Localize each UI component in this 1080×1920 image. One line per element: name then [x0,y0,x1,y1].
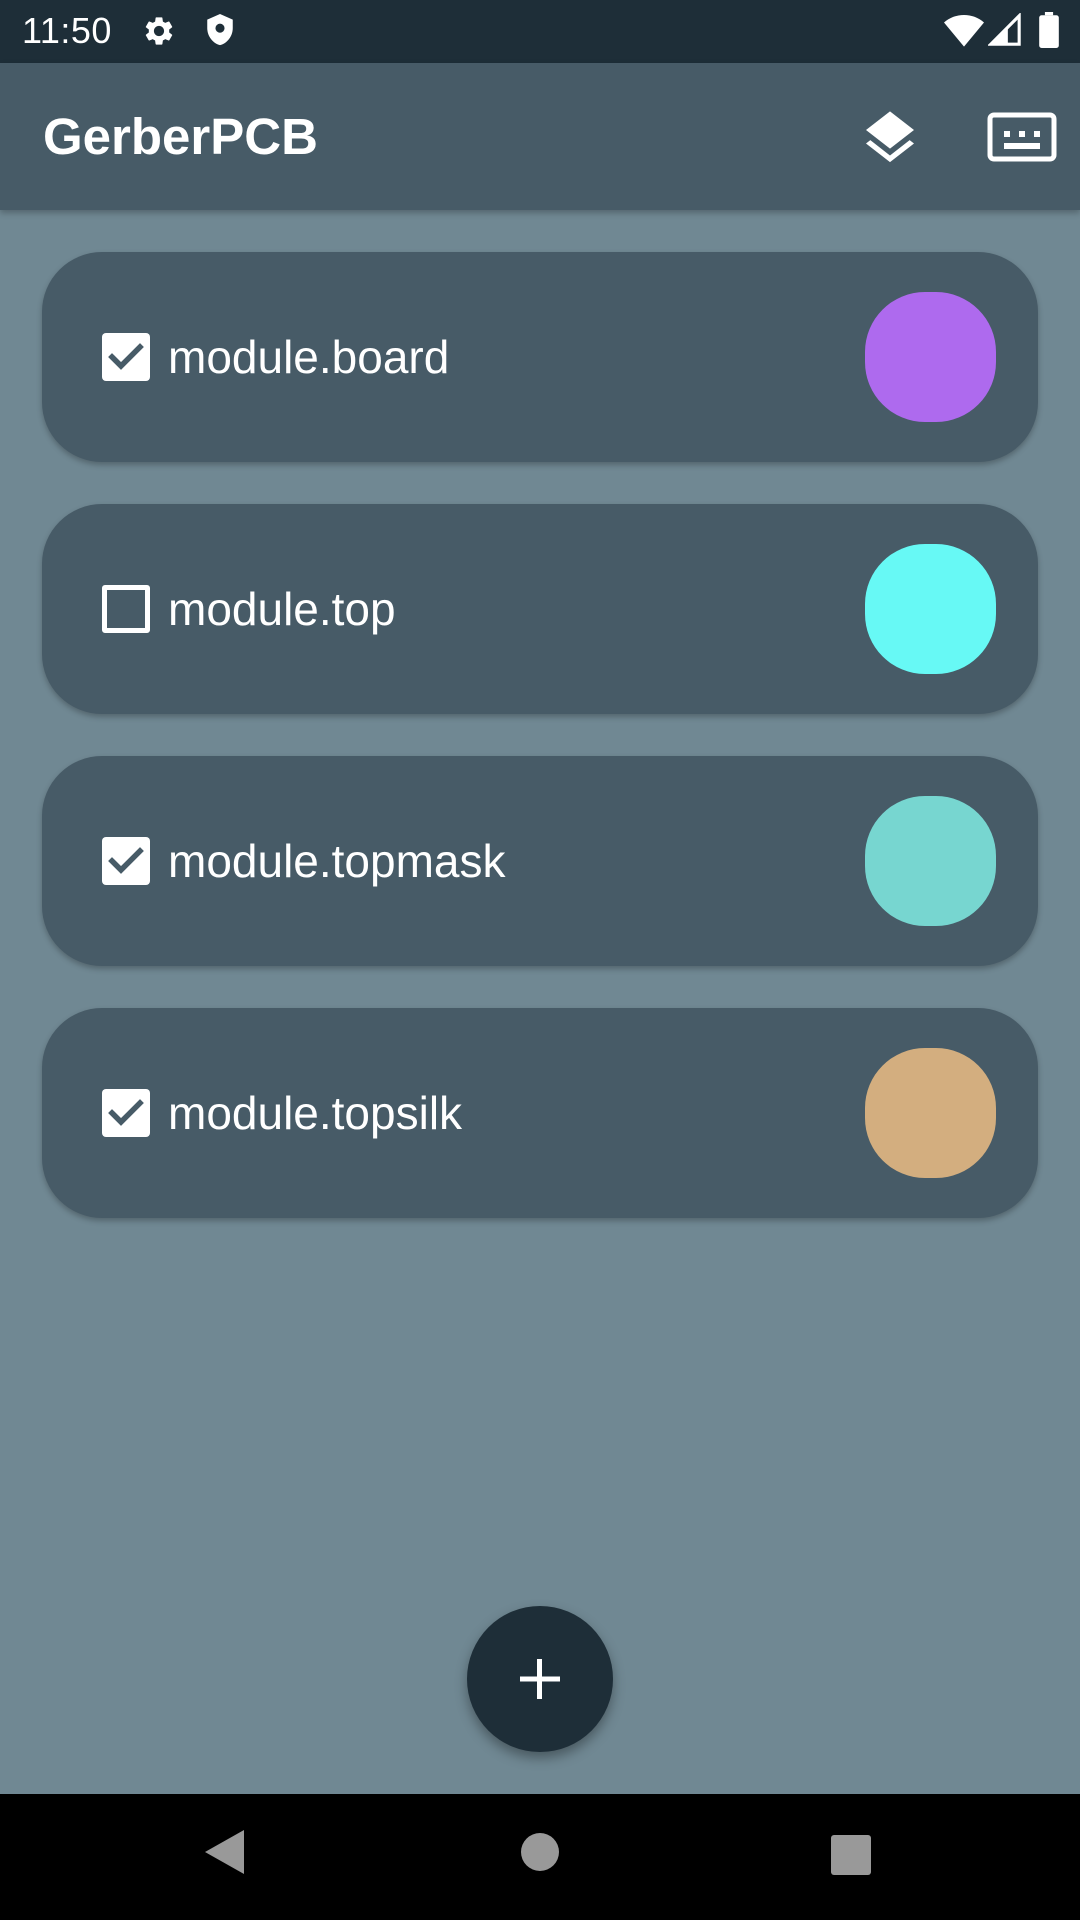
recents-icon[interactable] [831,1835,871,1880]
home-icon[interactable] [520,1832,560,1877]
checkbox-unchecked[interactable] [102,585,150,633]
checkbox-checked[interactable] [102,333,150,381]
status-time: 11:50 [22,10,112,51]
color-swatch[interactable] [865,796,996,926]
plus-icon [520,1659,560,1699]
layer-card[interactable]: module.topmask [42,756,1038,966]
layer-name: module.board [168,331,450,383]
gear-icon [142,14,176,53]
check-icon [108,343,144,370]
app-title: GerberPCB [43,108,318,165]
wifi-icon [944,13,984,52]
check-icon [108,847,144,874]
layer-card[interactable]: module.topsilk [42,1008,1038,1218]
battery-icon [1039,12,1059,53]
status-bar: 11:50 [0,0,1080,63]
check-icon [108,1099,144,1126]
back-icon[interactable] [202,1827,246,1882]
keyboard-icon [987,112,1057,162]
navigation-bar [0,1794,1080,1920]
layer-card[interactable]: module.board [42,252,1038,462]
layers-icon [866,111,914,163]
layer-card[interactable]: module.top [42,504,1038,714]
layer-name: module.topsilk [168,1087,463,1139]
layers-button[interactable] [858,106,922,170]
checkbox-checked[interactable] [102,837,150,885]
layer-name: module.top [168,583,396,635]
layer-name: module.topmask [168,835,506,887]
add-layer-button[interactable] [467,1606,613,1752]
color-swatch[interactable] [865,292,996,422]
color-swatch[interactable] [865,1048,996,1178]
signal-icon [987,12,1022,52]
keyboard-button[interactable] [986,107,1058,167]
app-bar: GerberPCB [0,63,1080,210]
layer-list: module.board module.top module.topmask modu… [42,252,1038,1260]
checkbox-checked[interactable] [102,1089,150,1137]
shield-icon [203,12,237,55]
color-swatch[interactable] [865,544,996,674]
